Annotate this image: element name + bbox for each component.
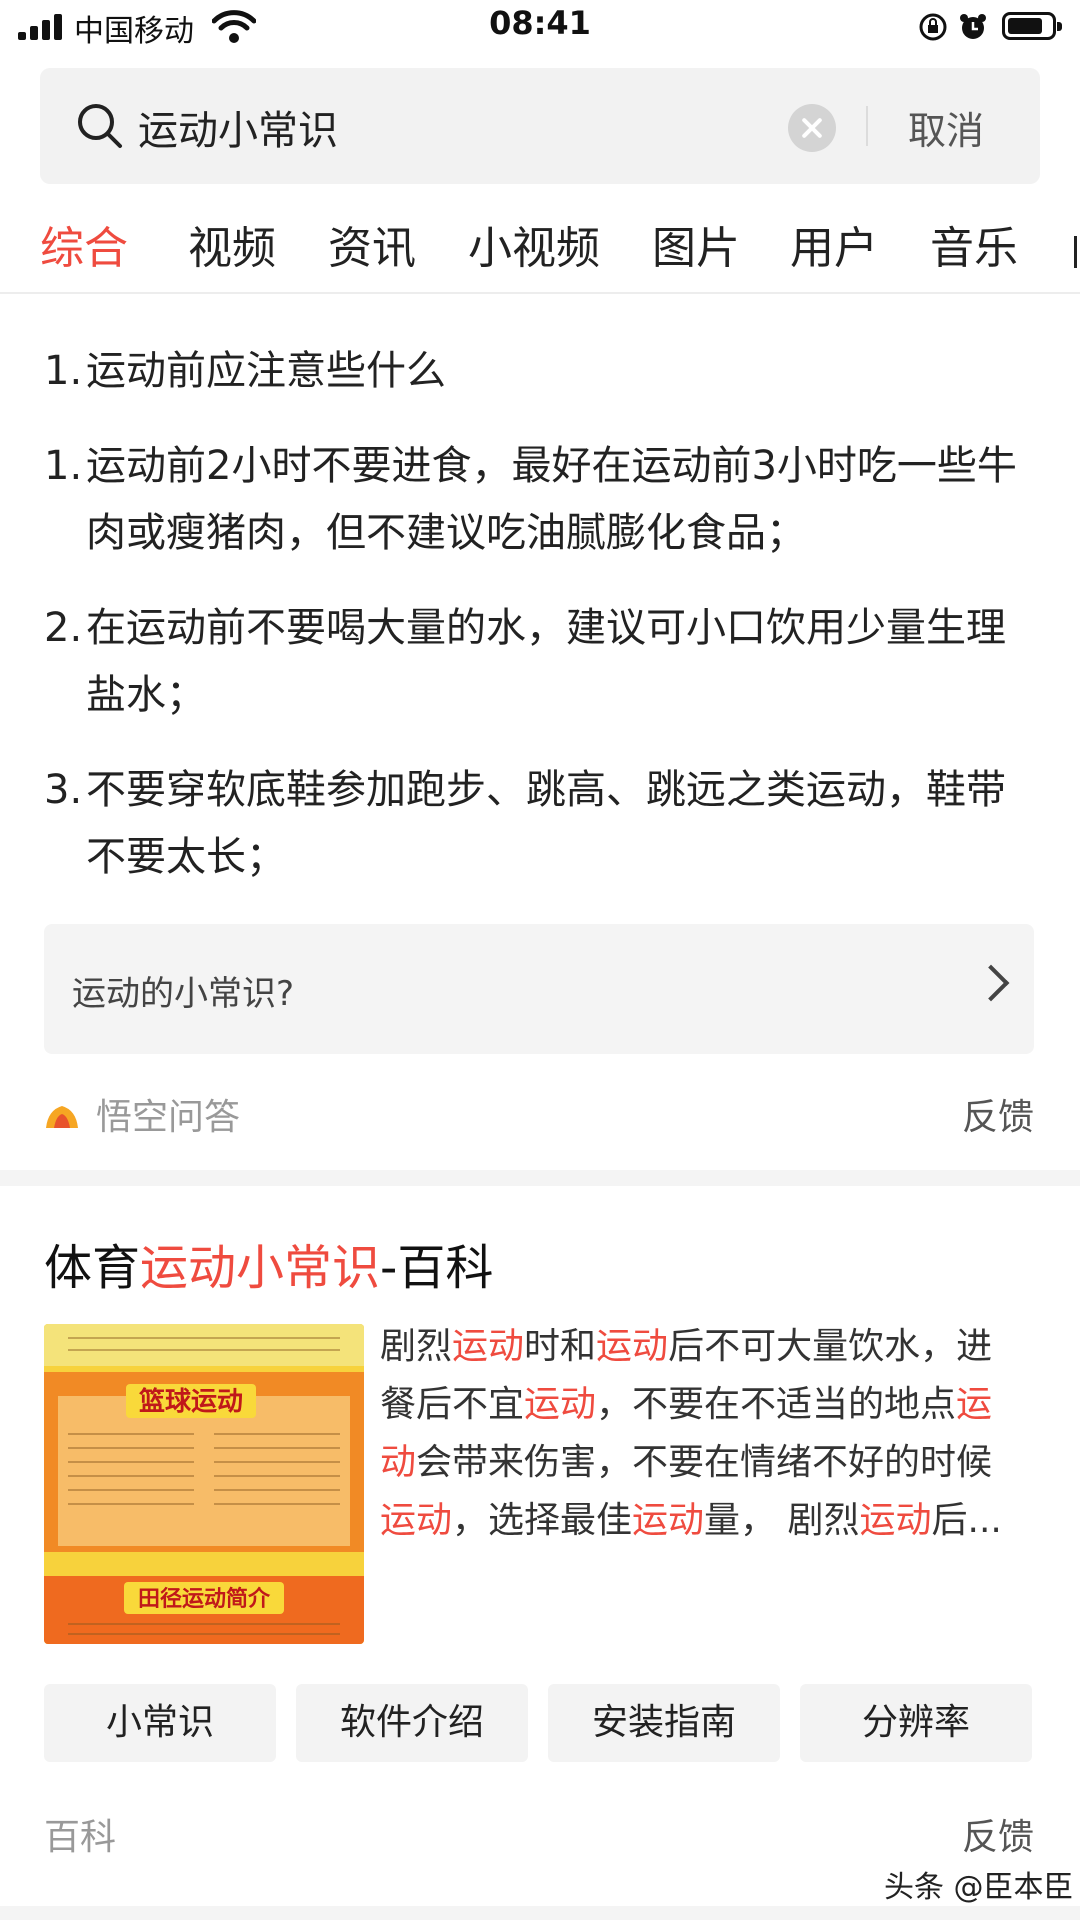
qa-source-row: 悟空问答 反馈 (44, 1088, 1034, 1138)
orientation-lock-icon (919, 13, 947, 41)
battery-icon (1002, 12, 1062, 40)
tab-video[interactable]: 视频 (188, 212, 276, 276)
bottom-separator (0, 1906, 1080, 1920)
tabs-divider (0, 292, 1080, 294)
qa-list-item: 3. 不要穿软底鞋参加跑步、跳高、跳远之类运动，鞋带不要太长； (44, 767, 1006, 880)
qa-source-label[interactable]: 悟空问答 (96, 1088, 240, 1140)
tab-images[interactable]: 图片 (652, 212, 740, 276)
cancel-button[interactable]: 取消 (908, 100, 984, 155)
search-input[interactable]: 运动小常识 (138, 98, 338, 156)
chip-tips[interactable]: 小常识 (44, 1684, 276, 1762)
tab-short-video[interactable]: 小视频 (468, 212, 600, 276)
category-tabs: 综合 视频 资讯 小视频 图片 用户 音乐 (0, 212, 1080, 292)
baike-chips: 小常识 软件介绍 安装指南 分辨率 (44, 1684, 1038, 1764)
status-bar: 中国移动 08:41 (0, 0, 1080, 56)
baike-snippet[interactable]: 剧烈运动时和运动后不可大量饮水，进餐后不宜运动，不要在不适当的地点运动会带来伤害… (380, 1318, 1020, 1550)
poster-image: 篮球运动 田径运动简介 (44, 1324, 364, 1644)
alarm-icon (960, 14, 986, 39)
related-question-link[interactable]: 运动的小常识? (44, 924, 1034, 1054)
qa-list-item: 2. 在运动前不要喝大量的水，建议可小口饮用少量生理盐水； (44, 605, 1006, 718)
baike-title-link[interactable]: 体育运动小常识-百科 (44, 1228, 493, 1298)
poster-title-2: 田径运动简介 (138, 1586, 271, 1611)
search-bar[interactable]: 运动小常识 取消 (40, 68, 1040, 184)
search-divider (866, 106, 868, 146)
poster-title-1: 篮球运动 (138, 1386, 243, 1416)
qa-heading: 1. 运动前应注意些什么 (44, 348, 446, 394)
tab-users[interactable]: 用户 (790, 212, 878, 276)
feedback-button[interactable]: 反馈 (962, 1088, 1034, 1140)
tab-music[interactable]: 音乐 (930, 212, 1018, 276)
tab-overflow-edge (1074, 236, 1077, 268)
tab-news[interactable]: 资讯 (328, 212, 416, 276)
chip-install-guide[interactable]: 安装指南 (548, 1684, 780, 1762)
clear-icon[interactable] (788, 104, 836, 152)
chip-software-intro[interactable]: 软件介绍 (296, 1684, 528, 1762)
wukong-logo-icon (46, 1106, 78, 1128)
section-separator (0, 1170, 1080, 1186)
feedback-button[interactable]: 反馈 (962, 1808, 1034, 1860)
qa-answer[interactable]: 1. 运动前应注意些什么 1. 运动前2小时不要进食，最好在运动前3小时吃一些牛肉或… (44, 338, 1034, 919)
baike-thumbnail[interactable]: 篮球运动 田径运动简介 (44, 1324, 364, 1644)
chip-resolution[interactable]: 分辨率 (800, 1684, 1032, 1762)
chevron-right-icon (972, 964, 1010, 1002)
baike-source-row: 百科 反馈 (44, 1808, 1034, 1858)
tab-comprehensive[interactable]: 综合 (40, 212, 128, 276)
watermark: 头条 @臣本臣 (884, 1870, 1074, 1905)
qa-list-item: 1. 运动前2小时不要进食，最好在运动前3小时吃一些牛肉或瘦猪肉，但不建议吃油腻膨… (44, 443, 1017, 556)
search-icon (78, 104, 122, 148)
related-question-text: 运动的小常识? (72, 974, 295, 1014)
baike-source-label[interactable]: 百科 (44, 1808, 116, 1860)
